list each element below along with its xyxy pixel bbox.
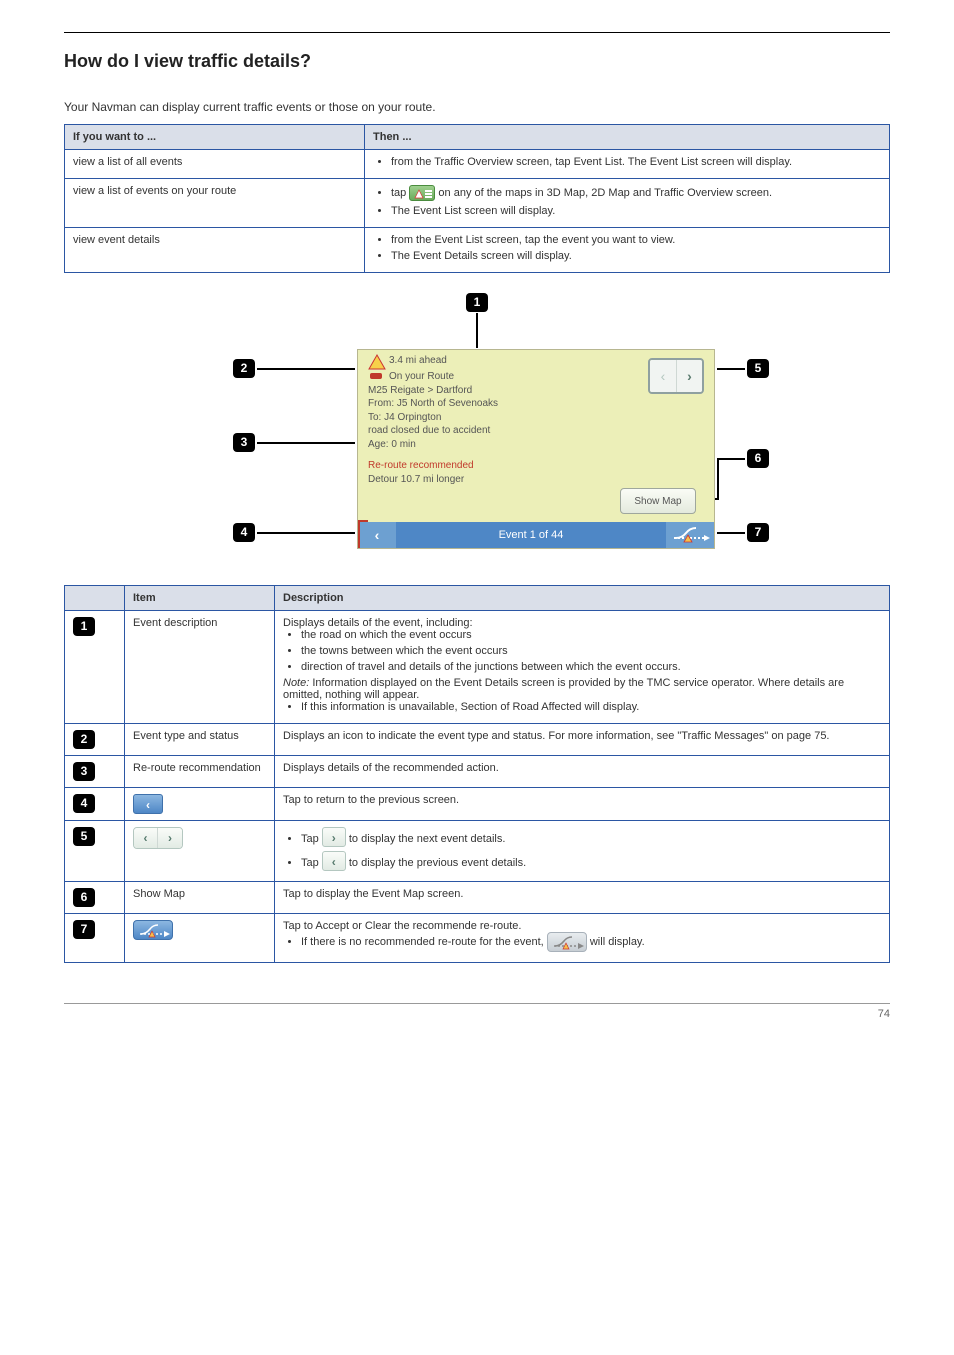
desc-cell: Displays details of the recommended acti… — [275, 756, 890, 788]
callout-badge-3: 3 — [73, 762, 95, 781]
callout-5: 5 — [747, 359, 769, 378]
warning-icon — [368, 354, 386, 370]
col-desc: Description — [275, 586, 890, 611]
item-cell: Event type and status — [125, 724, 275, 756]
next-event-button[interactable]: › — [676, 360, 702, 392]
table-row: 4 ‹ Tap to return to the previous screen… — [65, 788, 890, 821]
divert-icon — [133, 920, 173, 940]
event-details-panel: 3.4 mi ahead On your Route M25 Reigate >… — [357, 349, 715, 549]
table-row: 1 Event description Displays details of … — [65, 611, 890, 724]
divert-grey-icon — [547, 932, 587, 952]
intro-text: Your Navman can display current traffic … — [64, 100, 890, 114]
col-item: Item — [125, 586, 275, 611]
item-cell — [125, 914, 275, 963]
if-cell: view a list of events on your route — [65, 179, 365, 228]
panel-bottom-bar: ‹ Event 1 of 44 — [358, 522, 714, 548]
item-cell: Show Map — [125, 882, 275, 914]
callout-3: 3 — [233, 433, 255, 452]
back-button[interactable]: ‹ — [358, 522, 396, 548]
callout-badge-4: 4 — [73, 794, 95, 813]
prev-icon: ‹ — [322, 851, 346, 871]
then-cell: tap on any of the maps in 3D Map, 2D Map… — [365, 179, 890, 228]
table-row: view event details from the Event List s… — [65, 228, 890, 273]
callout-6: 6 — [747, 449, 769, 468]
callout-4: 4 — [233, 523, 255, 542]
table-row: view a list of events on your route tap … — [65, 179, 890, 228]
if-cell: view a list of all events — [65, 150, 365, 179]
prev-next-buttons[interactable]: ‹ › — [648, 358, 704, 394]
callout-badge-1: 1 — [73, 617, 95, 636]
access-table: If you want to ... Then ... view a list … — [64, 124, 890, 273]
table-row: 2 Event type and status Displays an icon… — [65, 724, 890, 756]
item-cell: ‹ › — [125, 821, 275, 882]
callouts-table: Item Description 1 Event description Dis… — [64, 585, 890, 963]
table-row: 5 ‹ › Tap › to display the next event de… — [65, 821, 890, 882]
desc-cell: Tap › to display the next event details.… — [275, 821, 890, 882]
callout-7: 7 — [747, 523, 769, 542]
car-icon — [368, 370, 386, 382]
item-cell: Re-route recommendation — [125, 756, 275, 788]
callout-badge-2: 2 — [73, 730, 95, 749]
page-number: 74 — [64, 1003, 890, 1020]
event-pager: Event 1 of 44 — [396, 529, 666, 541]
then-cell: from the Event List screen, tap the even… — [365, 228, 890, 273]
panel-text: 3.4 mi ahead On your Route M25 Reigate >… — [368, 354, 608, 486]
table-row: view a list of all events from the Traff… — [65, 150, 890, 179]
col-then: Then ... — [365, 125, 890, 150]
event-list-icon — [409, 185, 435, 201]
table-row: 7 Tap to Accept or Clear the recommende … — [65, 914, 890, 963]
page-title: How do I view traffic details? — [64, 51, 890, 72]
then-cell: from the Traffic Overview screen, tap Ev… — [365, 150, 890, 179]
desc-cell: Tap to Accept or Clear the recommende re… — [275, 914, 890, 963]
show-map-button[interactable]: Show Map — [620, 488, 696, 514]
desc-cell: Displays an icon to indicate the event t… — [275, 724, 890, 756]
callout-1: 1 — [466, 293, 488, 312]
callout-badge-7: 7 — [73, 920, 95, 939]
desc-cell: Displays details of the event, including… — [275, 611, 890, 724]
back-icon: ‹ — [133, 794, 163, 814]
item-cell: ‹ — [125, 788, 275, 821]
table-row: 3 Re-route recommendation Displays detai… — [65, 756, 890, 788]
prev-event-button[interactable]: ‹ — [650, 360, 676, 392]
table-row: 6 Show Map Tap to display the Event Map … — [65, 882, 890, 914]
divert-button[interactable] — [666, 522, 714, 548]
prev-next-icon: ‹ › — [133, 827, 183, 849]
desc-cell: Tap to display the Event Map screen. — [275, 882, 890, 914]
callout-2: 2 — [233, 359, 255, 378]
event-details-diagram: 1 2 3 4 5 6 7 3.4 mi ahead On your Route… — [187, 293, 767, 563]
callout-badge-6: 6 — [73, 888, 95, 907]
desc-cell: Tap to return to the previous screen. — [275, 788, 890, 821]
callout-badge-5: 5 — [73, 827, 95, 846]
col-if: If you want to ... — [65, 125, 365, 150]
item-cell: Event description — [125, 611, 275, 724]
if-cell: view event details — [65, 228, 365, 273]
next-icon: › — [322, 827, 346, 847]
